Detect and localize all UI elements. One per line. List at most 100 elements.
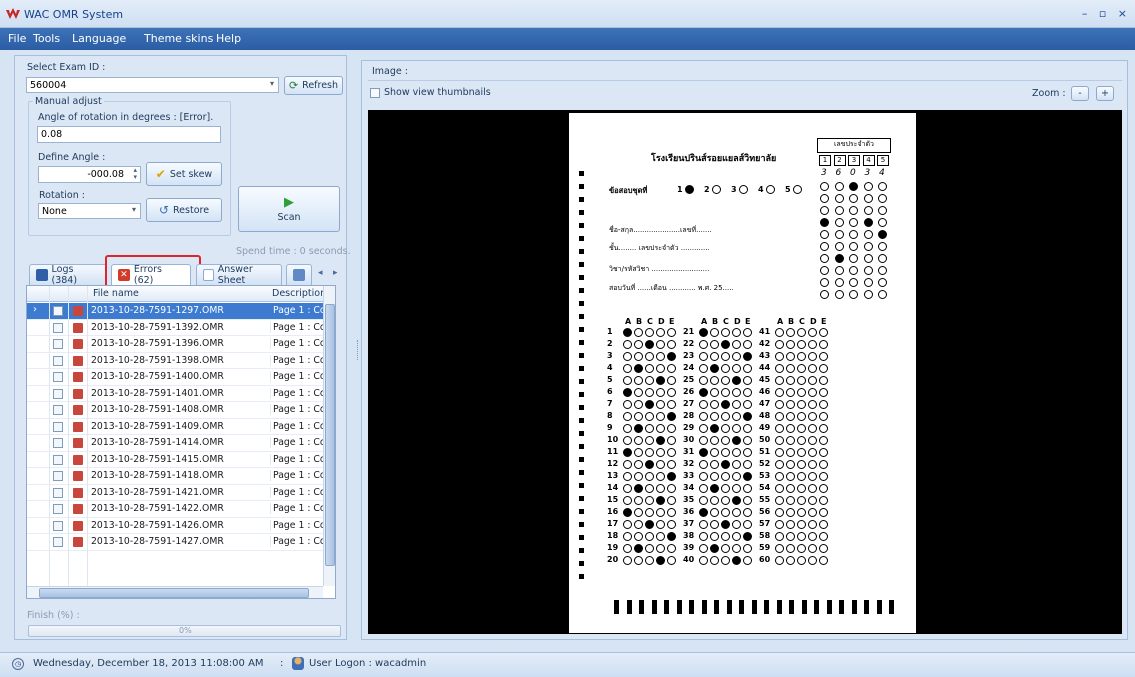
timing-mark — [579, 548, 584, 553]
bottom-timing-mark — [764, 600, 769, 614]
table-row[interactable]: 2013-10-28-7591-1421.OMR Page 1 : Co — [27, 485, 323, 501]
row-file-name: 2013-10-28-7591-1426.OMR — [91, 519, 224, 531]
tab-answer-sheet[interactable]: Answer Sheet — [196, 264, 282, 286]
answer-bubble — [808, 556, 817, 565]
row-checkbox[interactable] — [53, 372, 63, 382]
table-row[interactable]: 2013-10-28-7591-1398.OMR Page 1 : Co — [27, 353, 323, 369]
bottom-timing-mark — [751, 600, 757, 614]
zoom-out-button[interactable]: - — [1071, 86, 1089, 101]
row-file-name: 2013-10-28-7591-1427.OMR — [91, 536, 224, 547]
choice-letter: E — [745, 317, 751, 326]
table-row[interactable]: 2013-10-28-7591-1415.OMR Page 1 : Co — [27, 452, 323, 468]
table-row[interactable]: 2013-10-28-7591-1409.OMR Page 1 : Co — [27, 419, 323, 435]
table-row[interactable]: 2013-10-28-7591-1392.OMR Page 1 : Co — [27, 320, 323, 336]
answer-bubble — [721, 472, 730, 481]
column-description[interactable]: Description — [272, 288, 326, 299]
row-checkbox[interactable] — [53, 537, 63, 547]
id-bubble — [820, 206, 829, 215]
answer-bubble — [710, 496, 719, 505]
finish-label: Finish (%) : — [27, 610, 80, 621]
table-row[interactable]: 2013-10-28-7591-1414.OMR Page 1 : Co — [27, 435, 323, 452]
scan-button[interactable]: ▶ Scan — [238, 186, 340, 232]
id-column-number: 5 — [877, 155, 889, 166]
menu-help[interactable]: Help — [216, 32, 241, 45]
tab-logs[interactable]: Logs (384) — [29, 264, 107, 286]
table-row[interactable]: 2013-10-28-7591-1426.OMR Page 1 : Co — [27, 518, 323, 534]
row-checkbox[interactable] — [53, 306, 63, 316]
question-number: 7 — [607, 399, 613, 408]
row-checkbox[interactable] — [53, 471, 63, 481]
table-row[interactable]: 2013-10-28-7591-1396.OMR Page 1 : Co — [27, 336, 323, 353]
tab-scroll-right-icon[interactable]: ▸ — [333, 268, 338, 278]
bottom-timing-mark — [726, 600, 732, 614]
grid-vertical-scrollbar[interactable] — [323, 286, 335, 586]
answer-bubble — [634, 508, 643, 517]
menu-tools[interactable]: Tools — [33, 32, 60, 45]
restore-button[interactable]: ↺ Restore — [146, 198, 222, 222]
timing-mark — [579, 223, 584, 228]
question-number: 4 — [607, 363, 613, 372]
answer-bubble — [656, 460, 665, 469]
spinner-arrows-icon[interactable]: ▴ ▾ — [133, 167, 137, 181]
menu-language[interactable]: Language — [72, 32, 126, 45]
question-number: 58 — [759, 531, 771, 540]
table-row[interactable]: 2013-10-28-7591-1408.OMR Page 1 : Co — [27, 402, 323, 419]
row-checkbox[interactable] — [53, 322, 63, 333]
answer-bubble — [634, 484, 643, 493]
bottom-timing-mark — [739, 600, 744, 614]
row-checkbox[interactable] — [53, 438, 63, 448]
grid-horizontal-scrollbar[interactable] — [27, 586, 323, 598]
question-number: 8 — [607, 411, 613, 420]
column-file-name[interactable]: File name — [93, 288, 139, 299]
menu-file[interactable]: File — [8, 32, 26, 45]
define-angle-spinner[interactable]: -000.08 ▴ ▾ — [38, 166, 141, 183]
row-checkbox[interactable] — [53, 520, 63, 531]
thumbnails-checkbox[interactable] — [370, 88, 380, 98]
table-row[interactable]: 2013-10-28-7591-1418.OMR Page 1 : Co — [27, 468, 323, 485]
title-bar: WAC OMR System – ▫ × — [0, 0, 1135, 28]
refresh-button[interactable]: ⟳ Refresh — [284, 76, 343, 95]
row-checkbox[interactable] — [53, 421, 63, 432]
answer-bubble — [721, 352, 730, 361]
row-checkbox[interactable] — [53, 504, 63, 514]
row-checkbox[interactable] — [53, 454, 63, 465]
rotation-select[interactable]: None ▾ — [38, 203, 141, 219]
choice-letter: E — [821, 317, 827, 326]
id-bubble — [878, 242, 887, 251]
row-checkbox[interactable] — [53, 405, 63, 415]
table-row[interactable]: 2013-10-28-7591-1427.OMR Page 1 : Co — [27, 534, 323, 551]
tab-scroll-left-icon[interactable]: ◂ — [318, 268, 323, 278]
status-separator: : — [280, 658, 284, 669]
answer-bubble — [797, 328, 806, 337]
window-controls[interactable]: – ▫ × — [1082, 7, 1131, 20]
row-file-name: 2013-10-28-7591-1422.OMR — [91, 503, 224, 514]
zoom-in-button[interactable]: + — [1096, 86, 1114, 101]
menu-theme-skins[interactable]: Theme skins — [144, 32, 213, 45]
row-checkbox[interactable] — [53, 487, 63, 498]
row-checkbox[interactable] — [53, 388, 63, 399]
scroll-thumb[interactable] — [325, 304, 335, 566]
answer-bubble — [775, 412, 784, 421]
answer-bubble — [786, 328, 795, 337]
set-skew-button[interactable]: ✔ Set skew — [146, 162, 222, 186]
row-checkbox[interactable] — [53, 355, 63, 366]
table-row[interactable]: › 2013-10-28-7591-1297.OMR Page 1 : Co — [27, 303, 323, 320]
id-bubble — [834, 218, 844, 227]
table-row[interactable]: 2013-10-28-7591-1401.OMR Page 1 : Co — [27, 386, 323, 402]
question-number: 23 — [683, 351, 695, 360]
answer-bubble — [808, 532, 817, 541]
sheet-name-line: ชื่อ-สกุล.....................เลขที่....… — [609, 226, 712, 234]
table-row[interactable]: 2013-10-28-7591-1400.OMR Page 1 : Co — [27, 369, 323, 386]
answer-bubble — [699, 436, 708, 445]
row-file-name: 2013-10-28-7591-1409.OMR — [91, 420, 224, 432]
splitter-handle[interactable] — [357, 340, 360, 360]
choice-letter: A — [701, 317, 708, 326]
angle-field[interactable]: 0.08 — [37, 126, 221, 143]
row-checkbox[interactable] — [53, 339, 63, 349]
table-row[interactable]: 2013-10-28-7591-1422.OMR Page 1 : Co — [27, 501, 323, 518]
question-number: 38 — [683, 531, 695, 540]
h-scroll-thumb[interactable] — [39, 588, 309, 598]
choice-letter: A — [625, 317, 632, 326]
tab-more[interactable] — [286, 264, 312, 285]
exam-id-select[interactable]: 560004 ▾ — [26, 77, 279, 93]
